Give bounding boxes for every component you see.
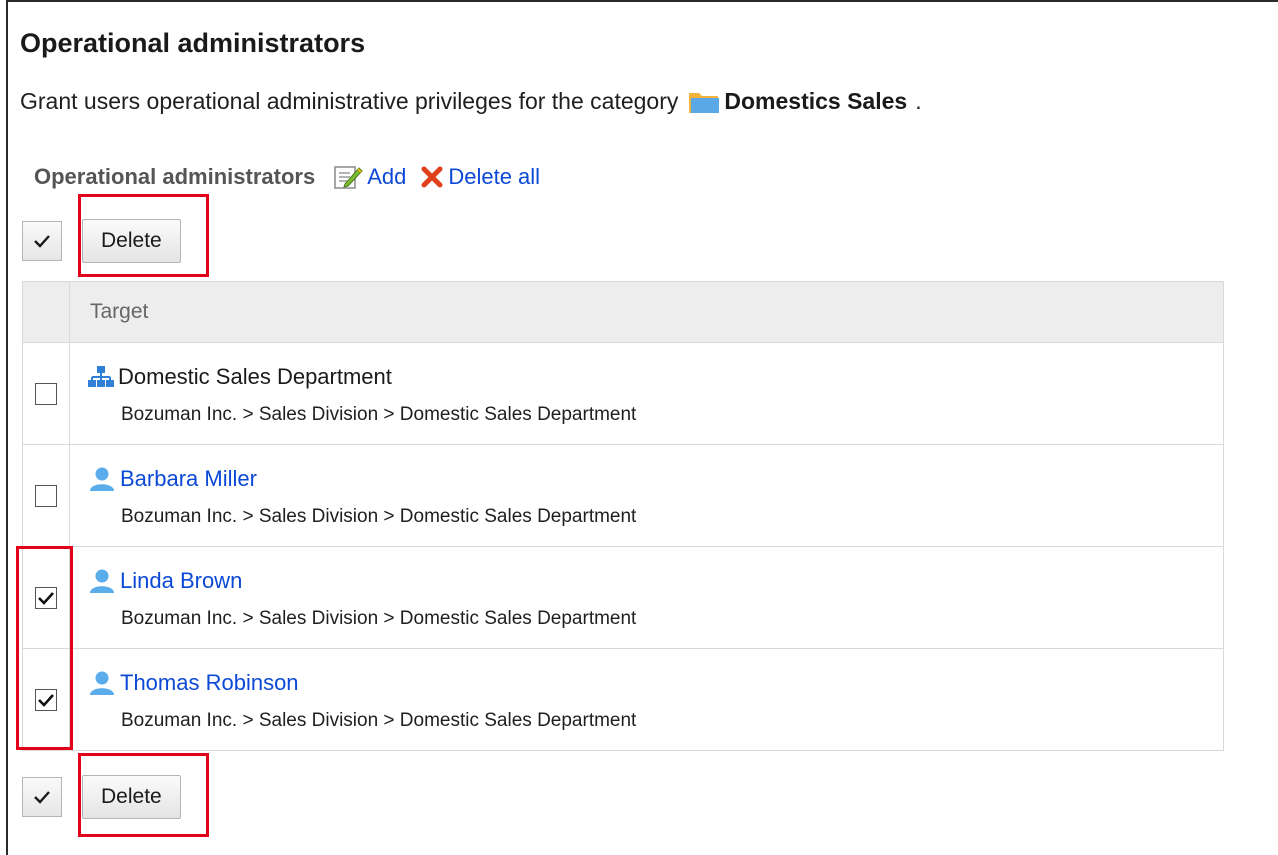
target-cell: Linda Brown Bozuman Inc. > Sales Divisio… (69, 546, 1224, 649)
add-edit-icon (334, 166, 363, 189)
target-name: Domestic Sales Department (118, 363, 392, 389)
target-path: Bozuman Inc. > Sales Division > Domestic… (121, 403, 637, 425)
row-select-cell (22, 444, 70, 547)
checkmark-icon (34, 235, 50, 248)
row-checkbox[interactable] (35, 382, 57, 405)
target-column-header: Target (69, 281, 1224, 343)
user-icon (90, 467, 114, 491)
organization-icon (88, 365, 114, 387)
delete-all-action[interactable]: Delete all (420, 164, 540, 190)
description-end: . (915, 88, 922, 114)
table-row: Linda Brown Bozuman Inc. > Sales Divisio… (22, 546, 1224, 649)
row-select-cell (22, 342, 70, 445)
highlight-delete-bottom (78, 753, 209, 837)
check-all-button-top[interactable] (22, 221, 62, 261)
highlight-delete-top (78, 194, 209, 277)
target-cell: Thomas Robinson Bozuman Inc. > Sales Div… (69, 648, 1224, 751)
add-action[interactable]: Add (333, 164, 406, 190)
target-user-link[interactable]: Thomas Robinson (120, 670, 299, 696)
section-label: Operational administrators (34, 164, 316, 189)
delete-all-link[interactable]: Delete all (448, 164, 540, 190)
checkmark-icon (34, 791, 50, 804)
target-user-link[interactable]: Linda Brown (120, 568, 242, 594)
check-all-button-bottom[interactable] (22, 777, 62, 817)
user-icon (90, 569, 114, 593)
select-column-header (22, 281, 70, 343)
page-description: Grant users operational administrative p… (20, 88, 922, 115)
target-path: Bozuman Inc. > Sales Division > Domestic… (121, 709, 637, 731)
table-row: Thomas Robinson Bozuman Inc. > Sales Div… (22, 648, 1224, 751)
category-name: Domestics Sales (724, 88, 908, 114)
target-path: Bozuman Inc. > Sales Division > Domestic… (121, 607, 637, 629)
target-cell: Barbara Miller Bozuman Inc. > Sales Divi… (69, 444, 1224, 547)
target-cell: Domestic Sales Department Bozuman Inc. >… (69, 342, 1224, 445)
red-x-icon (421, 166, 443, 188)
highlight-checked-rows (16, 546, 73, 750)
targets-table: Target Domestic Sales Department Bozuman… (22, 281, 1224, 751)
row-checkbox[interactable] (35, 484, 57, 507)
description-text: Grant users operational administrative p… (20, 88, 679, 114)
table-row: Domestic Sales Department Bozuman Inc. >… (22, 342, 1224, 445)
section-header: Operational administrators Add Delete al… (34, 162, 554, 192)
page-title: Operational administrators (20, 28, 366, 58)
add-link[interactable]: Add (367, 164, 406, 190)
user-icon (90, 671, 114, 695)
target-user-link[interactable]: Barbara Miller (120, 466, 257, 492)
table-row: Barbara Miller Bozuman Inc. > Sales Divi… (22, 444, 1224, 547)
folder-icon (688, 90, 720, 114)
target-path: Bozuman Inc. > Sales Division > Domestic… (121, 505, 637, 527)
